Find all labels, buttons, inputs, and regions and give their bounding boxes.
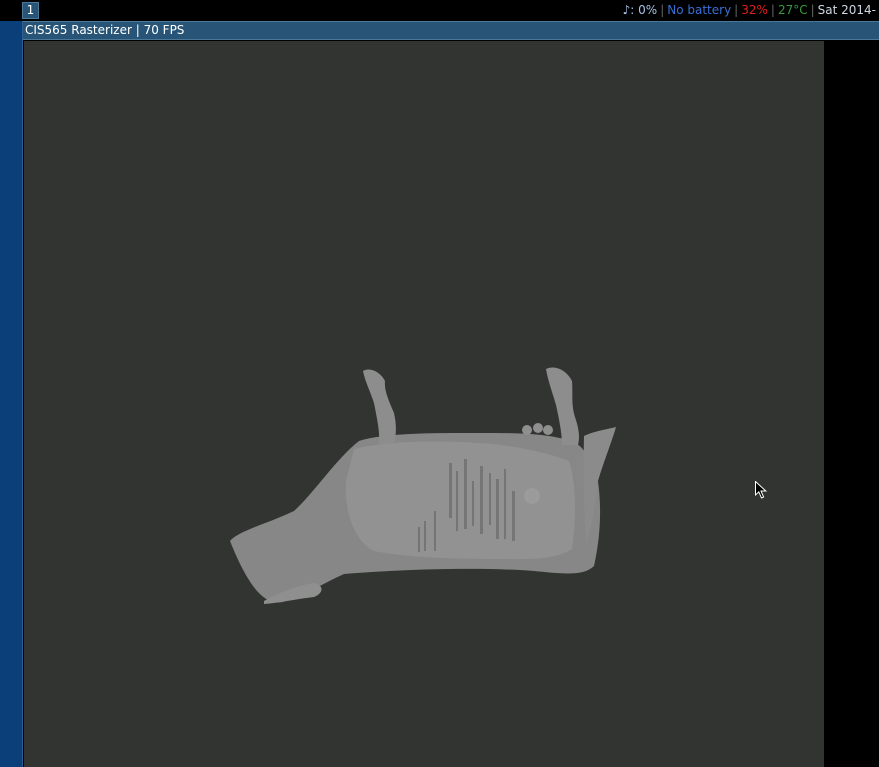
cpu-status: 32%	[741, 3, 768, 17]
datetime-status: Sat 2014-	[817, 3, 876, 17]
model-inner-surface	[345, 441, 576, 560]
model-highlight	[524, 488, 540, 504]
status-area: ♪: 0% | No battery | 32% | 27°C | Sat 20…	[620, 0, 879, 21]
battery-status: No battery	[667, 3, 732, 17]
empty-screen-area	[824, 41, 879, 767]
mouse-pointer-icon	[755, 481, 767, 499]
rasterizer-viewport[interactable]	[24, 41, 824, 767]
model-right-fin	[583, 427, 616, 541]
rendered-model	[230, 367, 616, 604]
side-panel-strip	[0, 21, 23, 767]
temperature-status: 27°C	[777, 3, 808, 17]
window-titlebar[interactable]: CIS565 Rasterizer | 70 FPS	[23, 21, 879, 40]
model-nub	[533, 423, 543, 433]
workspace-button-1[interactable]: 1	[22, 2, 39, 19]
model-nub	[522, 425, 532, 435]
window-title: CIS565 Rasterizer | 70 FPS	[25, 23, 185, 37]
desktop: 1 ♪: 0% | No battery | 32% | 27°C | Sat …	[0, 0, 879, 767]
volume-status: ♪: 0%	[622, 3, 658, 17]
model-left-horn	[363, 369, 396, 444]
model-nub	[543, 425, 553, 435]
i3-status-bar: 1 ♪: 0% | No battery | 32% | 27°C | Sat …	[0, 0, 879, 21]
